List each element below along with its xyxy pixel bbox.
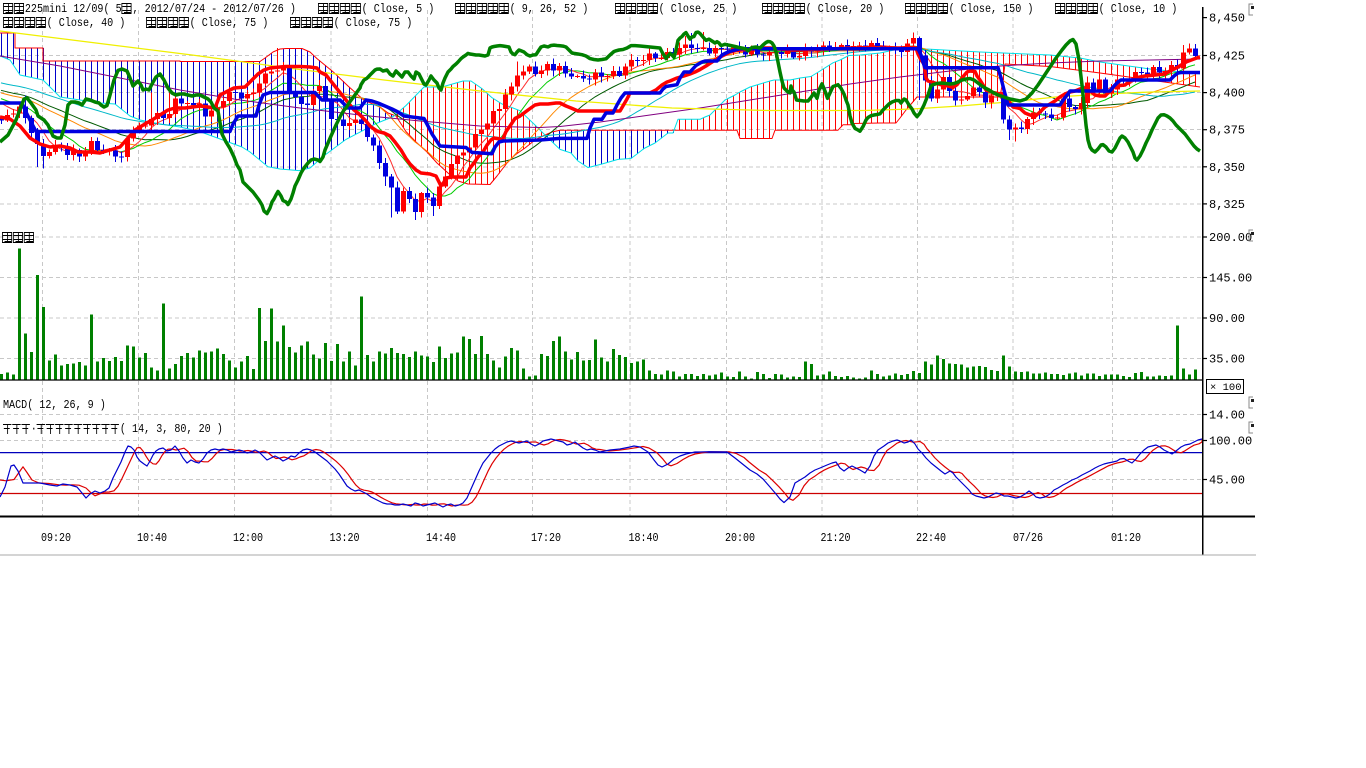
svg-text:17:20: 17:20 (531, 531, 561, 545)
svg-text:14:40: 14:40 (426, 531, 456, 545)
svg-text:14.00: 14.00 (1209, 409, 1245, 423)
svg-text:145.00: 145.00 (1209, 272, 1252, 286)
svg-text:8,425: 8,425 (1209, 50, 1245, 64)
svg-text:35.00: 35.00 (1209, 353, 1245, 367)
svg-text:45.00: 45.00 (1209, 474, 1245, 488)
svg-text:01:20: 01:20 (1111, 531, 1141, 545)
svg-text:200.00: 200.00 (1209, 231, 1252, 245)
svg-text:21:20: 21:20 (821, 531, 851, 545)
svg-text:13:20: 13:20 (330, 531, 360, 545)
svg-text:22:40: 22:40 (916, 531, 946, 545)
svg-text:90.00: 90.00 (1209, 312, 1245, 326)
svg-text:8,325: 8,325 (1209, 198, 1245, 212)
svg-text:8,400: 8,400 (1209, 87, 1245, 101)
svg-text:× 100: × 100 (1210, 382, 1242, 394)
svg-text:8,350: 8,350 (1209, 161, 1245, 175)
svg-text:20:00: 20:00 (725, 531, 755, 545)
svg-text:12:00: 12:00 (233, 531, 263, 545)
svg-text:10:40: 10:40 (137, 531, 167, 545)
svg-text:100.00: 100.00 (1209, 435, 1252, 449)
svg-text:8,375: 8,375 (1209, 124, 1245, 138)
svg-text:07/26: 07/26 (1013, 531, 1043, 545)
svg-text:8,450: 8,450 (1209, 12, 1245, 26)
svg-text:18:40: 18:40 (629, 531, 659, 545)
svg-text:09:20: 09:20 (41, 531, 71, 545)
